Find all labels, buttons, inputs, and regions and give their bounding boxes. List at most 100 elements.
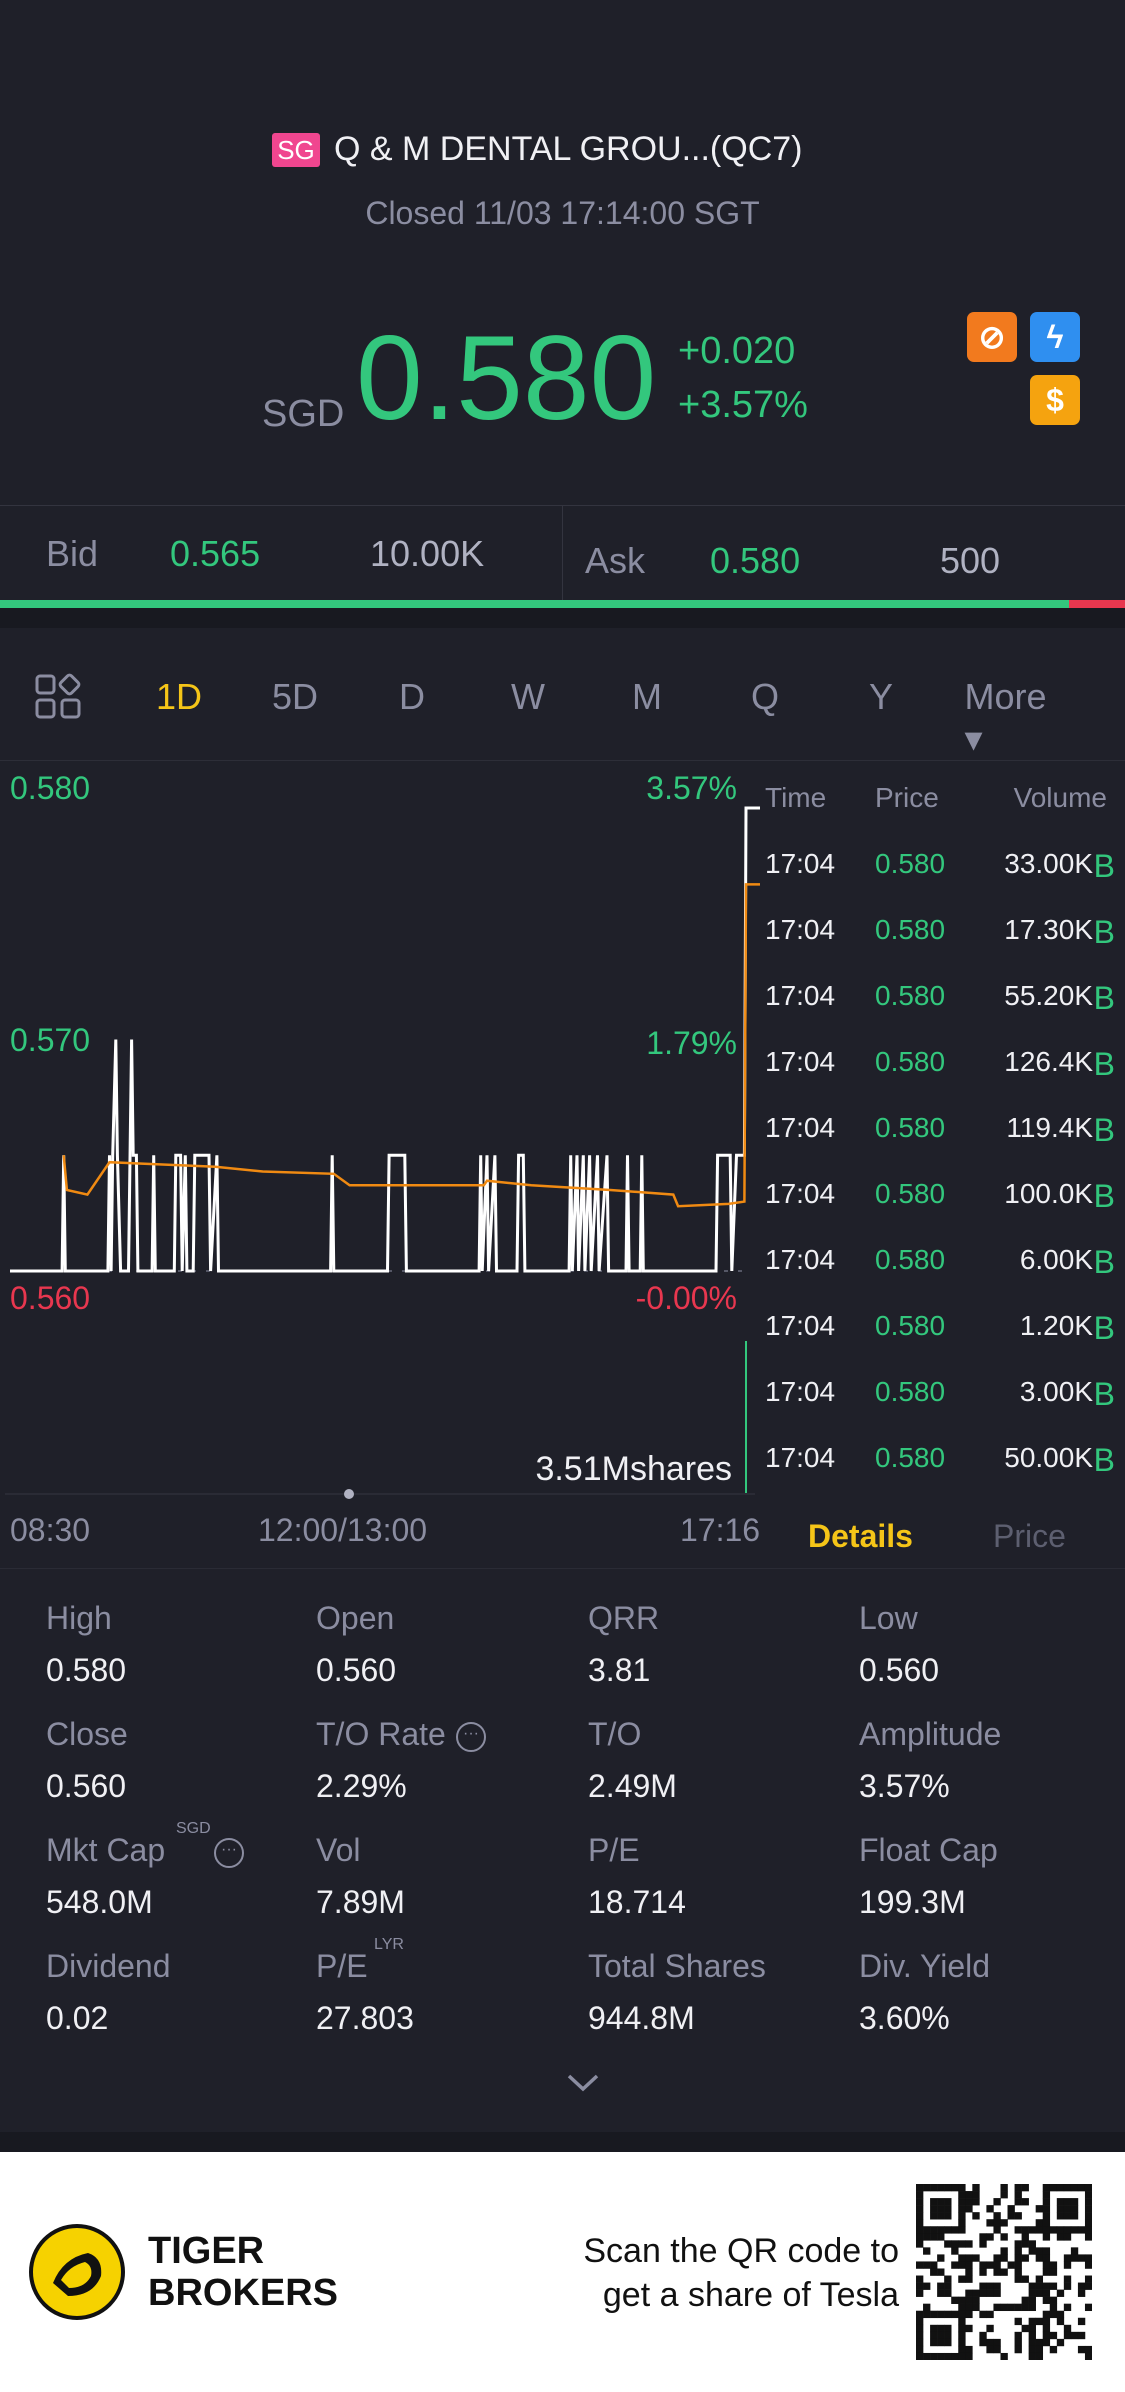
qr-module: [916, 2352, 924, 2360]
qr-module: [1049, 2282, 1058, 2290]
qr-module: [1014, 2268, 1022, 2276]
qr-module: [1014, 2317, 1022, 2326]
trade-row: 17:04 0.580 1.20K B: [765, 1310, 1115, 1360]
tab-period[interactable]: Y: [869, 676, 893, 718]
qr-module: [1042, 2317, 1051, 2326]
tab-period[interactable]: W: [511, 676, 545, 718]
qr-module: [1042, 2338, 1051, 2347]
qr-module: [958, 2254, 966, 2262]
market-status: Closed 11/03 17:14:00 SGT: [365, 195, 760, 231]
info-icon[interactable]: ···: [214, 1838, 244, 1868]
qr-module: [930, 2331, 938, 2340]
trade-side: B: [1093, 1046, 1115, 1082]
trade-volume: 1.20K: [1019, 1310, 1093, 1341]
qr-module: [958, 2310, 966, 2319]
qr-module: [1035, 2219, 1044, 2227]
qr-module: [1063, 2324, 1072, 2333]
qr-module: [1014, 2240, 1022, 2248]
qr-module: [1042, 2254, 1051, 2262]
qr-module: [1000, 2233, 1008, 2241]
qr-module: [930, 2184, 938, 2192]
qr-module: [1000, 2184, 1008, 2192]
qr-module: [1049, 2296, 1058, 2304]
trade-row: 17:04 0.580 126.4K B: [765, 1046, 1115, 1096]
trade-time: 17:04: [765, 1046, 836, 1077]
qr-module: [1028, 2247, 1036, 2255]
qr-module: [1000, 2254, 1008, 2262]
promo-text: get a share of Tesla: [602, 2276, 899, 2314]
qr-module: [1077, 2289, 1086, 2297]
qr-module: [986, 2310, 994, 2319]
qr-module: [1049, 2226, 1058, 2234]
stat-value: 3.57%: [859, 1768, 950, 1804]
qr-module: [916, 2226, 924, 2234]
stat-value: 0.560: [46, 1768, 127, 1804]
qr-module: [944, 2240, 952, 2248]
qr-module: [1084, 2345, 1092, 2354]
no-short-icon[interactable]: ⊘: [967, 312, 1017, 362]
qr-module: [1063, 2205, 1072, 2213]
tab-period[interactable]: More ▾: [965, 676, 1072, 760]
qr-module: [1000, 2247, 1008, 2255]
qr-module: [993, 2268, 1001, 2276]
trade-volume: 50.00K: [1004, 1442, 1093, 1473]
tab-period[interactable]: M: [632, 676, 662, 718]
qr-module: [979, 2289, 987, 2297]
qr-module: [1056, 2310, 1065, 2319]
qr-module: [1042, 2268, 1051, 2276]
qr-module: [1084, 2352, 1092, 2360]
trades-header-price: Price: [875, 782, 939, 813]
qr-module: [916, 2275, 924, 2283]
qr-module: [916, 2219, 924, 2227]
price-change: +0.020: [678, 330, 796, 372]
qr-module: [958, 2317, 966, 2326]
qr-module: [1021, 2198, 1029, 2206]
qr-module: [1056, 2212, 1065, 2220]
qr-module: [1063, 2331, 1072, 2340]
trade-price: 0.580: [875, 848, 946, 879]
qr-module: [937, 2226, 945, 2234]
qr-module: [930, 2261, 938, 2269]
qr-module: [993, 2303, 1001, 2312]
tab-period[interactable]: 1D: [156, 676, 202, 718]
qr-module: [1042, 2261, 1051, 2269]
trade-side: B: [1093, 1244, 1115, 1280]
trade-volume: 55.20K: [1004, 980, 1093, 1011]
tab-price[interactable]: Price: [993, 1518, 1066, 1555]
expand-chevron-icon[interactable]: [566, 2072, 600, 2099]
intraday-chart[interactable]: [0, 761, 760, 1501]
stat-label: Low: [859, 1600, 918, 1636]
qr-module: [916, 2233, 924, 2241]
qr-module: [923, 2352, 931, 2360]
qr-module: [937, 2198, 945, 2206]
tab-details[interactable]: Details: [808, 1518, 913, 1555]
tab-period[interactable]: Q: [751, 676, 779, 718]
qr-module: [972, 2303, 980, 2312]
tab-period[interactable]: D: [399, 676, 425, 718]
qr-module: [1014, 2261, 1022, 2269]
stat-label: QRR: [588, 1600, 660, 1636]
qr-module: [930, 2233, 938, 2241]
qr-module: [1035, 2226, 1044, 2234]
qr-module: [1014, 2247, 1022, 2255]
stat-value: 0.580: [46, 1652, 127, 1688]
lightning-icon[interactable]: ϟ: [1030, 312, 1080, 362]
qr-module: [930, 2198, 938, 2206]
qr-module: [993, 2289, 1001, 2297]
qr-module: [1042, 2198, 1051, 2206]
qr-module: [1070, 2331, 1079, 2340]
qr-module: [1077, 2317, 1086, 2326]
dollar-icon[interactable]: $: [1030, 375, 1080, 425]
qr-module: [1042, 2324, 1051, 2333]
qr-module: [1035, 2345, 1044, 2354]
tab-period[interactable]: 5D: [272, 676, 318, 718]
stat-label: Dividend: [46, 1948, 171, 1984]
qr-module: [1035, 2352, 1044, 2360]
trade-volume: 100.0K: [1004, 1178, 1093, 1209]
qr-module: [979, 2338, 987, 2347]
qr-module: [965, 2289, 973, 2297]
chart-layout-icon[interactable]: [34, 672, 84, 722]
info-icon[interactable]: ···: [456, 1722, 486, 1752]
qr-module: [993, 2345, 1001, 2354]
qr-module: [993, 2261, 1001, 2269]
